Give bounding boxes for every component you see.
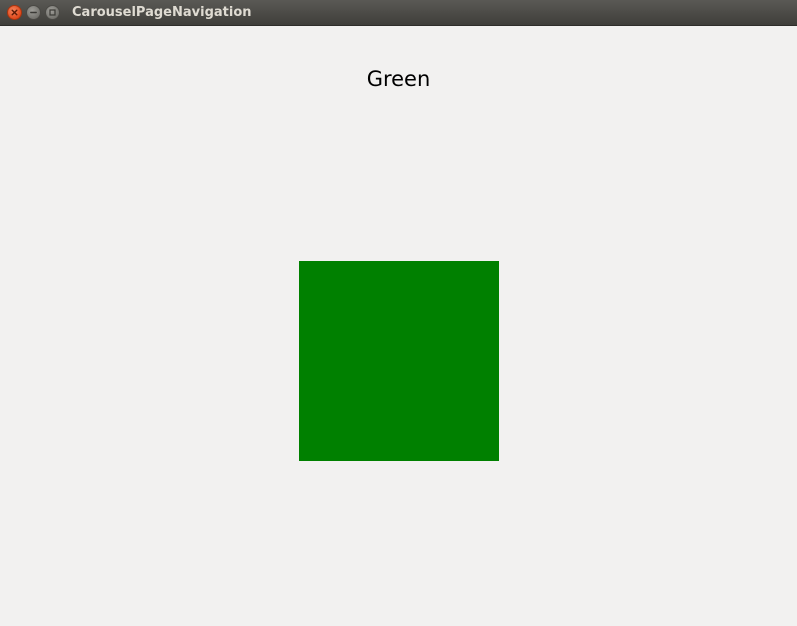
window-titlebar[interactable]: CarouselPageNavigation bbox=[0, 0, 797, 26]
page-title: Green bbox=[366, 67, 431, 91]
carousel-page[interactable]: Green bbox=[0, 26, 797, 626]
close-icon bbox=[11, 9, 18, 16]
minimize-icon bbox=[30, 11, 37, 14]
maximize-icon bbox=[49, 9, 56, 16]
close-button[interactable] bbox=[7, 5, 22, 20]
window-title: CarouselPageNavigation bbox=[72, 5, 252, 20]
minimize-button[interactable] bbox=[26, 5, 41, 20]
maximize-button[interactable] bbox=[45, 5, 60, 20]
color-box bbox=[299, 261, 499, 461]
